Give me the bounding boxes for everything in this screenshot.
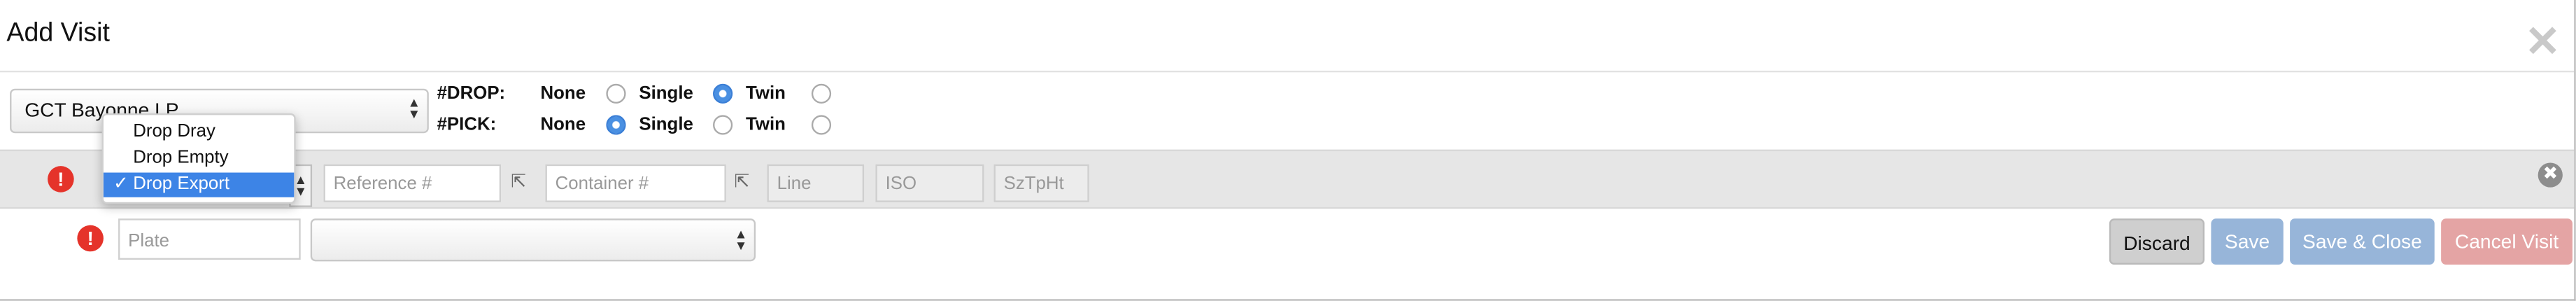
line-field: Line: [767, 164, 865, 202]
check-icon: ✓: [113, 174, 129, 195]
plate-input[interactable]: Plate: [118, 218, 301, 260]
select-arrows-icon: ▲ ▼: [734, 227, 748, 253]
external-link-icon[interactable]: ⇱: [511, 171, 526, 192]
visit-alert-icon: !: [48, 166, 74, 192]
select-arrows-icon: ▲ ▼: [407, 95, 421, 122]
pick-option-single-label: Single: [639, 115, 693, 135]
drop-twin-radio[interactable]: [811, 83, 832, 104]
cancel-visit-button[interactable]: Cancel Visit: [2441, 218, 2573, 265]
pick-label: #PICK:: [437, 115, 497, 135]
pick-option-none-label: None: [540, 115, 586, 135]
menu-item-label: Drop Empty: [133, 148, 229, 168]
pick-none-radio[interactable]: [606, 115, 626, 135]
remove-row-icon[interactable]: ✖: [2538, 162, 2563, 188]
drop-option-twin-label: Twin: [745, 83, 786, 104]
close-icon[interactable]: ✕: [2525, 20, 2561, 62]
drop-none-radio[interactable]: [606, 83, 626, 104]
container-input[interactable]: Container #: [545, 164, 726, 202]
pick-single-radio[interactable]: [713, 115, 733, 135]
truck-select[interactable]: ▲ ▼: [310, 218, 756, 262]
select-arrows-icon: ▲ ▼: [294, 172, 308, 200]
menu-item-drop-export[interactable]: ✓ Drop Export: [103, 172, 295, 197]
menu-item-drop-empty[interactable]: Drop Empty: [104, 146, 294, 171]
dialog-title: Add Visit: [6, 20, 110, 48]
reference-input[interactable]: Reference #: [323, 164, 502, 202]
iso-field: ISO: [875, 164, 984, 202]
menu-item-label: Drop Dray: [133, 121, 215, 141]
save-and-close-button[interactable]: Save & Close: [2290, 218, 2435, 265]
drop-option-none-label: None: [540, 83, 586, 104]
pick-option-twin-label: Twin: [745, 115, 786, 135]
size-type-height-field: SzTpHt: [993, 164, 1089, 202]
menu-item-label: Drop Export: [133, 174, 230, 195]
save-button[interactable]: Save: [2211, 218, 2284, 265]
menu-item-drop-dray[interactable]: Drop Dray: [104, 120, 294, 144]
drop-option-single-label: Single: [639, 83, 693, 104]
header-divider: [0, 70, 2575, 73]
drop-label: #DROP:: [437, 83, 506, 104]
external-link-icon[interactable]: ⇱: [735, 171, 750, 192]
visit-type-dropdown-menu: Drop Dray Drop Empty ✓ Drop Export: [101, 113, 296, 204]
truck-alert-icon: !: [77, 225, 104, 252]
drop-single-radio[interactable]: [713, 83, 733, 104]
pick-twin-radio[interactable]: [811, 115, 832, 135]
discard-button[interactable]: Discard: [2109, 218, 2205, 265]
